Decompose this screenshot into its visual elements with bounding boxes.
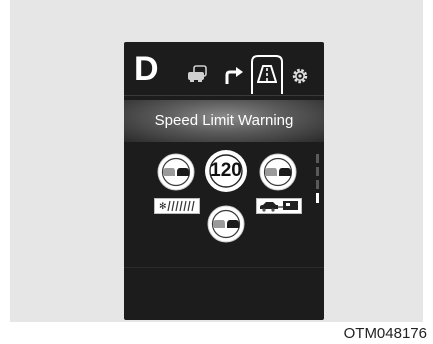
cluster-display: D Speed Limit Warning 120 ✻ <box>124 42 324 320</box>
screen-title: Speed Limit Warning <box>154 112 294 129</box>
car-trailer-plate-icon <box>256 198 302 214</box>
figure-caption: OTM048176 <box>343 325 427 342</box>
svg-text:✻: ✻ <box>159 202 167 212</box>
no-overtaking-sign-icon <box>157 153 195 191</box>
gear-indicator: D <box>134 50 159 88</box>
speed-limit-value: 120 <box>210 160 242 181</box>
scroll-segment <box>316 180 319 189</box>
weather-snow-rain-plate-icon: ✻ <box>154 198 200 214</box>
page-scroll-indicator[interactable] <box>316 154 319 204</box>
lane-road-icon <box>257 65 277 83</box>
scroll-segment-active <box>316 193 319 203</box>
gear-settings-icon[interactable] <box>290 66 310 86</box>
vehicle-driving-assist-icon[interactable] <box>186 64 210 86</box>
scroll-segment <box>316 167 319 176</box>
no-overtaking-sign-icon <box>259 153 297 191</box>
turn-navigation-icon[interactable] <box>222 64 244 86</box>
top-bar-divider <box>124 95 324 96</box>
bottom-divider <box>124 267 324 268</box>
speed-limit-content: 120 ✻ <box>124 142 324 262</box>
display-top-bar: D <box>124 42 324 98</box>
no-overtaking-sign-icon <box>207 205 245 243</box>
scroll-segment <box>316 154 319 163</box>
